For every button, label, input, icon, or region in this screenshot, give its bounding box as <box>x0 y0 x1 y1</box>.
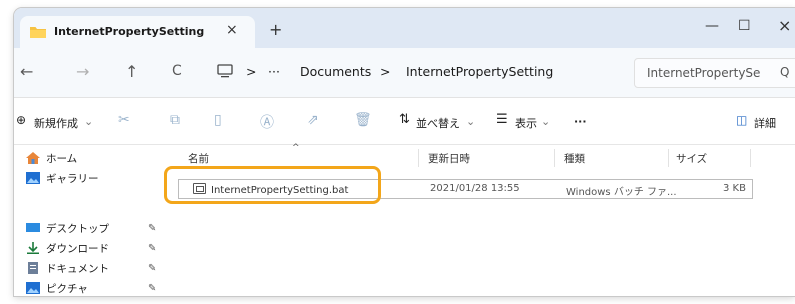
forward-button[interactable]: → <box>76 62 89 81</box>
column-header-size[interactable]: サイズ <box>676 151 707 166</box>
minimize-button[interactable]: — <box>705 18 719 34</box>
search-icon: Q <box>780 65 790 79</box>
explorer-window: InternetPropertySetting × + — ☐ × ← → ↑ … <box>14 8 795 296</box>
new-plus-icon[interactable]: ⊕ <box>16 113 26 127</box>
folder-icon <box>30 27 46 38</box>
search-input[interactable]: InternetPropertySe Q <box>634 58 795 88</box>
breadcrumb-documents[interactable]: Documents <box>300 64 371 79</box>
tab-title: InternetPropertySetting <box>54 25 205 38</box>
navigation-pane: ホーム ギャラリー デスクトップ ダウンロード ドキュメント ピクチャ ✎ ✎ … <box>14 145 174 296</box>
breadcrumb-separator: > <box>380 64 391 79</box>
tab-internetpropertysetting[interactable]: InternetPropertySetting × <box>20 16 255 48</box>
tab-close-button[interactable]: × <box>226 22 238 38</box>
column-divider[interactable] <box>750 149 751 167</box>
column-divider[interactable] <box>418 149 419 167</box>
breadcrumb-overflow[interactable]: ··· <box>268 64 280 79</box>
rename-icon[interactable]: Ⓐ <box>260 112 274 132</box>
delete-icon[interactable]: 🗑 <box>354 112 372 128</box>
home-icon <box>26 152 40 164</box>
address-bar: ← → ↑ C > ··· Documents > InternetProper… <box>14 48 795 98</box>
sort-ascending-icon: ^ <box>292 143 300 153</box>
monitor-icon[interactable] <box>217 64 233 78</box>
column-divider[interactable] <box>554 149 555 167</box>
sidebar-item-label: ドキュメント <box>46 263 109 275</box>
sidebar-item-label: ダウンロード <box>46 243 109 255</box>
file-size: 3 KB <box>723 183 746 194</box>
new-tab-button[interactable]: + <box>269 20 282 39</box>
sort-button[interactable]: 並べ替え <box>416 115 460 131</box>
sidebar-item-documents[interactable]: ドキュメント <box>26 261 109 276</box>
pin-icon[interactable]: ✎ <box>148 243 156 254</box>
sidebar-item-pictures[interactable]: ピクチャ <box>26 281 88 296</box>
column-header-name[interactable]: 名前 <box>188 151 209 166</box>
up-button[interactable]: ↑ <box>125 62 138 81</box>
sidebar-item-gallery[interactable]: ギャラリー <box>26 171 99 186</box>
download-icon <box>27 242 39 254</box>
sidebar-item-downloads[interactable]: ダウンロード <box>26 241 109 256</box>
pin-icon[interactable]: ✎ <box>148 283 156 294</box>
breadcrumb-separator: > <box>246 64 257 79</box>
file-type: Windows バッチ ファ... <box>566 187 677 198</box>
pin-icon[interactable]: ✎ <box>148 263 156 274</box>
view-button[interactable]: 表示 <box>515 115 537 131</box>
sidebar-item-desktop[interactable]: デスクトップ <box>26 221 109 236</box>
breadcrumb-internetpropertysetting[interactable]: InternetPropertySetting <box>406 64 553 79</box>
column-divider[interactable] <box>668 149 669 167</box>
sidebar-item-label: ピクチャ <box>46 283 88 295</box>
details-pane-icon[interactable]: ◫ <box>736 113 747 127</box>
command-bar: ⊕ 新規作成 ⌄ ✂ ⧉ ▯ Ⓐ ⇗ 🗑 ⇅ 並べ替え ⌄ ☰ 表示 ⌄ ···… <box>14 99 795 145</box>
sort-icon[interactable]: ⇅ <box>399 112 410 127</box>
sidebar-item-home[interactable]: ホーム <box>26 151 77 166</box>
sidebar-item-label: ホーム <box>46 153 78 165</box>
view-chevron-icon[interactable]: ⌄ <box>541 115 550 128</box>
share-icon[interactable]: ⇗ <box>307 112 319 128</box>
cut-icon[interactable]: ✂ <box>118 112 130 128</box>
column-header-type[interactable]: 種類 <box>564 151 585 166</box>
new-button[interactable]: 新規作成 <box>34 115 78 131</box>
sidebar-item-label: ギャラリー <box>46 173 99 185</box>
copy-icon[interactable]: ⧉ <box>170 112 180 128</box>
highlight-box <box>164 166 381 204</box>
more-button[interactable]: ··· <box>574 115 587 128</box>
pictures-icon <box>26 282 40 294</box>
paste-icon[interactable]: ▯ <box>214 112 222 128</box>
title-bar: InternetPropertySetting × + — ☐ × <box>14 8 795 48</box>
file-modified: 2021/01/28 13:55 <box>430 183 520 194</box>
window-close-button[interactable]: × <box>778 16 791 35</box>
search-placeholder: InternetPropertySe <box>647 66 761 80</box>
new-chevron-icon[interactable]: ⌄ <box>84 115 93 128</box>
column-header-modified[interactable]: 更新日時 <box>428 151 470 166</box>
documents-icon <box>28 262 38 274</box>
details-button[interactable]: 詳細 <box>754 115 776 131</box>
desktop-icon <box>26 223 40 232</box>
view-icon[interactable]: ☰ <box>496 112 508 127</box>
refresh-button[interactable]: C <box>172 63 182 79</box>
back-button[interactable]: ← <box>20 62 33 81</box>
pin-icon[interactable]: ✎ <box>148 223 156 234</box>
gallery-icon <box>26 172 40 184</box>
sort-chevron-icon[interactable]: ⌄ <box>466 115 475 128</box>
sidebar-item-label: デスクトップ <box>46 223 109 235</box>
maximize-button[interactable]: ☐ <box>738 18 751 34</box>
